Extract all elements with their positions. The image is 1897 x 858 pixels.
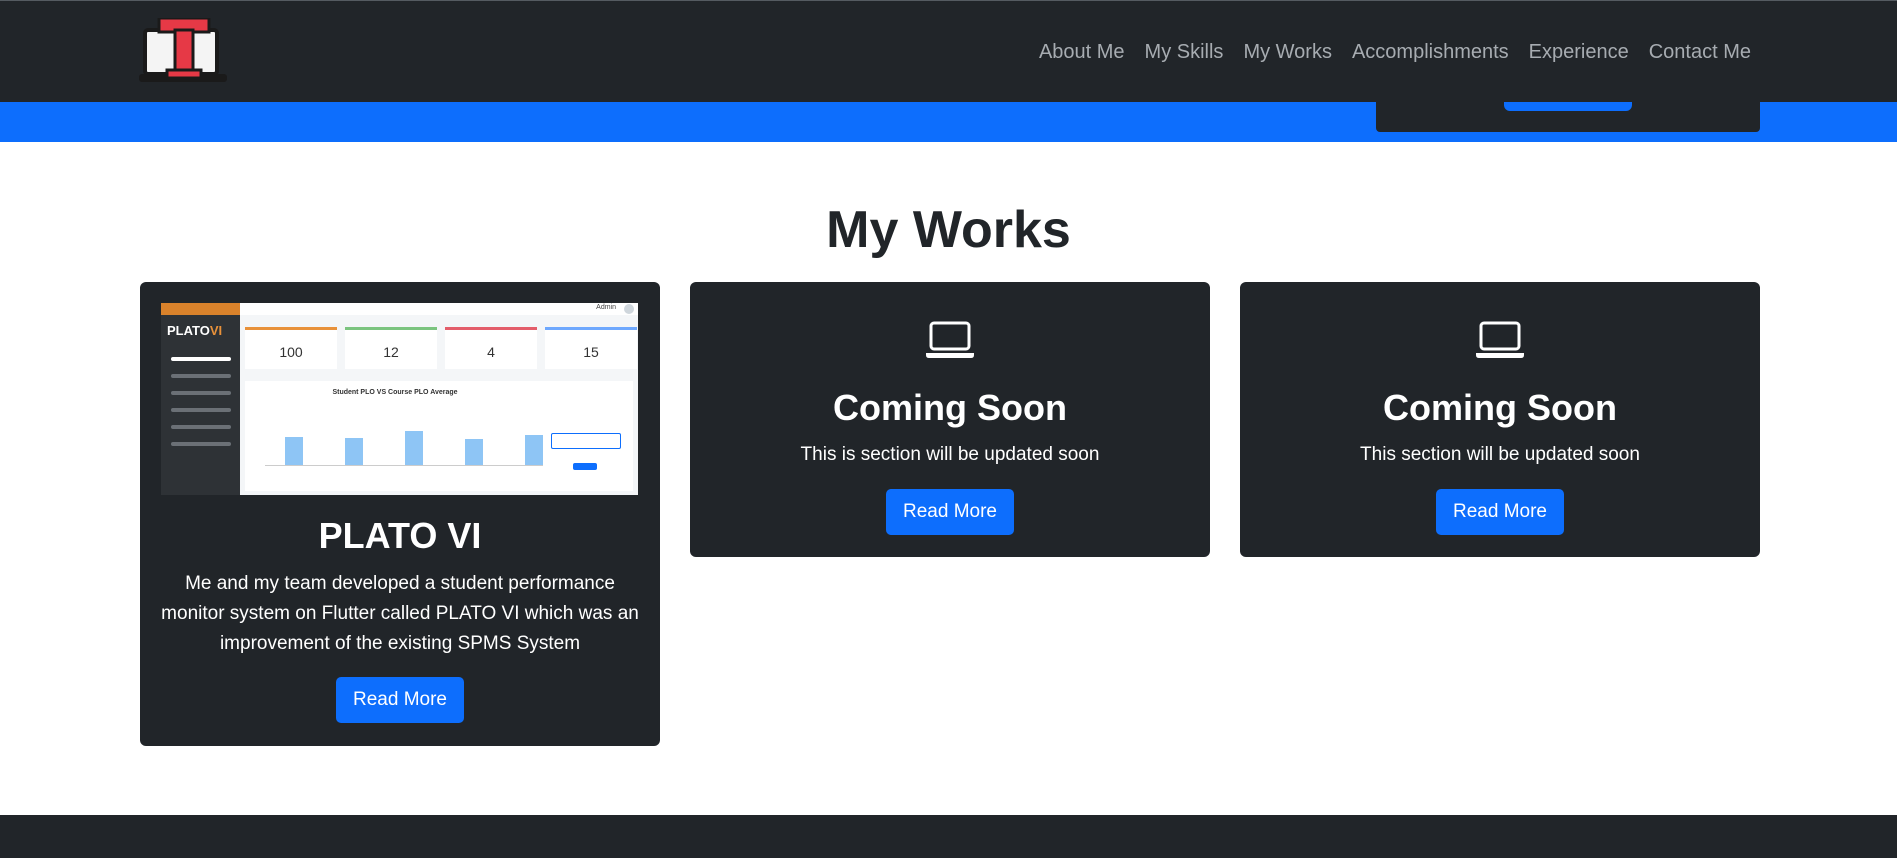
logo-icon[interactable]: [139, 18, 229, 88]
nav-link-experience[interactable]: Experience: [1529, 41, 1629, 64]
nav-link-accomplishments[interactable]: Accomplishments: [1352, 41, 1509, 64]
read-more-button[interactable]: Read More: [886, 489, 1014, 535]
thumbnail-chart-panel: Student PLO VS Course PLO Average: [245, 381, 633, 491]
card-text: This is section will be updated soon: [800, 444, 1100, 465]
nav-link-my-skills[interactable]: My Skills: [1145, 41, 1224, 64]
thumbnail-sidebar: PLATOVI: [161, 303, 240, 495]
card-text: Me and my team developed a student perfo…: [161, 573, 639, 654]
work-card-coming-soon-2: Coming Soon This section will be updated…: [1240, 282, 1760, 557]
nav-link-contact-me[interactable]: Contact Me: [1649, 41, 1751, 64]
laptop-icon: [926, 321, 974, 358]
nav-link-about-me[interactable]: About Me: [1039, 41, 1125, 64]
laptop-icon: [1476, 321, 1524, 358]
card-title: Coming Soon: [833, 387, 1067, 428]
nav-links: About Me My Skills My Works Accomplishme…: [1039, 41, 1751, 64]
previous-section-button-edge[interactable]: [1504, 102, 1632, 111]
thumbnail-avatar: [624, 304, 634, 314]
work-card-coming-soon-1: Coming Soon This is section will be upda…: [690, 282, 1210, 557]
card-title: PLATO VI: [318, 515, 482, 556]
footer: [0, 815, 1897, 858]
read-more-button[interactable]: Read More: [336, 677, 464, 723]
read-more-button[interactable]: Read More: [1436, 489, 1564, 535]
navbar: About Me My Skills My Works Accomplishme…: [0, 0, 1897, 102]
project-thumbnail: PLATOVI Admin 100 12 4 15 Student PLO VS…: [161, 303, 638, 495]
previous-section-card-bottom: [1376, 102, 1760, 132]
section-title: My Works: [826, 201, 1071, 259]
card-text: This section will be updated soon: [1360, 444, 1640, 465]
card-title: Coming Soon: [1383, 387, 1617, 428]
thumbnail-brand: PLATOVI: [167, 323, 223, 338]
work-card-plato: PLATOVI Admin 100 12 4 15 Student PLO VS…: [140, 282, 660, 746]
nav-link-my-works[interactable]: My Works: [1243, 41, 1332, 64]
